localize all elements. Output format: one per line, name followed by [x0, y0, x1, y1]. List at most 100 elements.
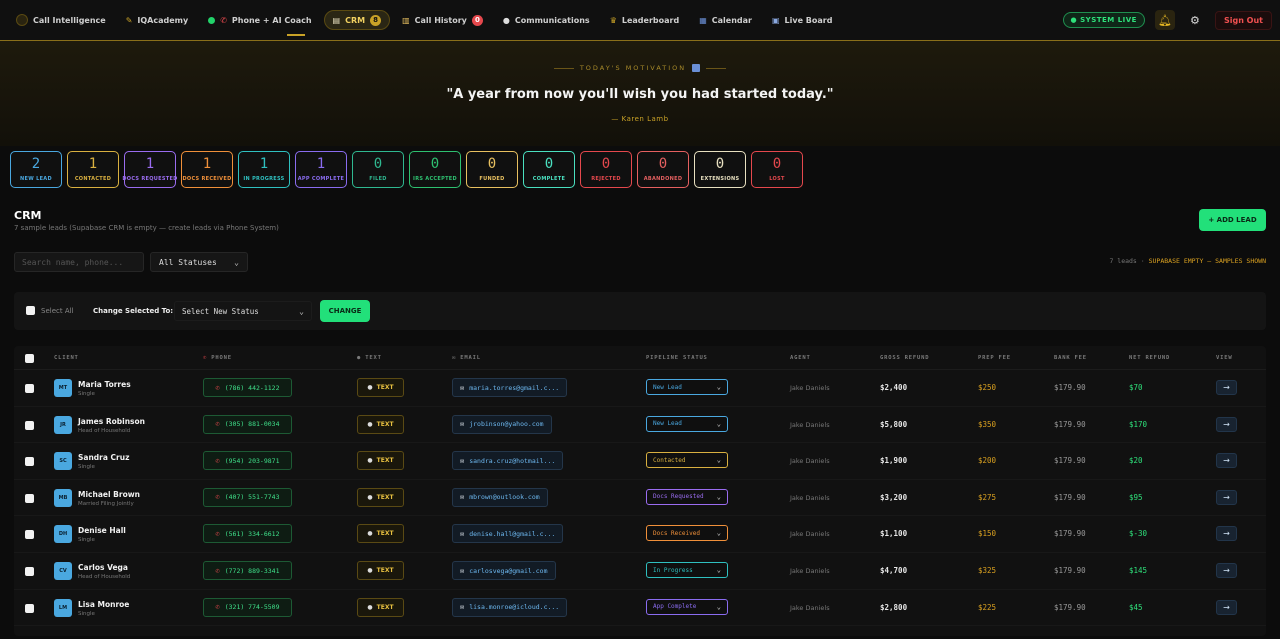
nav-brand[interactable]: Call Intelligence — [8, 10, 114, 30]
email-button[interactable]: ✉ sandra.cruz@hotmail... — [452, 451, 564, 471]
pipeline-status-select[interactable]: In Progress ⌄ — [646, 562, 728, 578]
text-label: TEXT — [376, 603, 394, 611]
email-button[interactable]: ✉ mbrown@outlook.com — [452, 487, 548, 507]
view-button[interactable]: → — [1216, 416, 1237, 432]
pipeline-status-select[interactable]: New Lead ⌄ — [646, 415, 728, 432]
row-checkbox[interactable] — [25, 530, 34, 540]
nav-item-phone[interactable]: ✆ Phone + AI Coach — [200, 10, 319, 30]
status-card[interactable]: 0 FUNDED — [466, 151, 518, 188]
text-button[interactable]: ● TEXT — [357, 487, 404, 507]
phone-icon: ✆ — [215, 420, 220, 429]
column-header-gross: GROSS REFUND — [880, 355, 930, 361]
pipeline-status-select[interactable]: Docs Received ⌄ — [646, 525, 728, 542]
email-button[interactable]: ✉ lisa.monroe@icloud.c... — [452, 597, 568, 617]
bell-icon[interactable]: 🔔︎ — [1154, 10, 1175, 30]
view-button[interactable]: → — [1216, 489, 1237, 505]
view-button[interactable]: → — [1216, 599, 1237, 615]
call-phone-button[interactable]: ✆ (321) 774-5509 — [203, 597, 292, 617]
bank-fee: $179.90 — [1054, 383, 1086, 392]
call-phone-button[interactable]: ✆ (561) 334-6612 — [203, 524, 292, 544]
client-name[interactable]: Denise Hall — [78, 526, 126, 535]
client-name[interactable]: James Robinson — [78, 417, 145, 426]
text-button[interactable]: ● TEXT — [357, 597, 404, 617]
change-selected-label: Change Selected To: — [93, 307, 174, 315]
client-name[interactable]: Carlos Vega — [78, 563, 128, 572]
status-card[interactable]: 0 COMPLETE — [523, 151, 575, 188]
nav-item-call-history[interactable]: ▥ Call History 0 — [394, 10, 491, 30]
new-status-select[interactable]: Select New Status ⌄ — [174, 301, 312, 321]
mail-icon: ✉ — [460, 493, 465, 502]
pipeline-status-select[interactable]: New Lead ⌄ — [646, 379, 728, 395]
status-card[interactable]: 0 EXTENSIONS — [694, 151, 746, 188]
text-button[interactable]: ● TEXT — [357, 414, 404, 434]
client-name[interactable]: Sandra Cruz — [78, 453, 129, 462]
pipeline-status-select[interactable]: App Complete ⌄ — [646, 598, 728, 615]
email-button[interactable]: ✉ jrobinson@yahoo.com — [452, 414, 552, 434]
status-card[interactable]: 1 CONTACTED — [67, 151, 119, 188]
status-card[interactable]: 0 FILED — [352, 151, 404, 188]
client-name[interactable]: Michael Brown — [78, 490, 140, 499]
sign-out-button[interactable]: Sign Out — [1214, 10, 1272, 30]
search-input[interactable] — [14, 252, 144, 272]
pipeline-status-select[interactable]: Docs Requested ⌄ — [646, 488, 728, 505]
row-checkbox[interactable] — [25, 567, 34, 576]
status-card-label: REJECTED — [591, 176, 621, 182]
status-card[interactable]: 2 NEW LEAD — [10, 151, 62, 188]
client-name[interactable]: Maria Torres — [78, 380, 131, 389]
avatar: JR — [54, 415, 72, 434]
call-phone-button[interactable]: ✆ (954) 203-9871 — [203, 451, 292, 471]
status-card[interactable]: 1 IN PROGRESS — [238, 151, 290, 188]
call-phone-button[interactable]: ✆ (305) 881-0034 — [203, 414, 292, 434]
filing-status: Head of Household — [78, 427, 131, 434]
select-all-checkbox[interactable] — [26, 306, 35, 315]
status-card[interactable]: 0 ABANDONED — [637, 151, 689, 188]
view-button[interactable]: → — [1216, 526, 1237, 542]
view-button[interactable]: → — [1216, 453, 1237, 469]
prep-fee: $325 — [978, 566, 997, 575]
row-checkbox[interactable] — [25, 493, 34, 503]
status-filter-select[interactable]: All Statuses ⌄ — [150, 252, 248, 272]
view-button[interactable]: → — [1216, 563, 1237, 578]
email-button[interactable]: ✉ carlosvega@gmail.com — [452, 561, 556, 580]
change-status-button[interactable]: CHANGE — [320, 300, 370, 322]
status-card[interactable]: 0 REJECTED — [580, 151, 632, 188]
status-card[interactable]: 0 LOST — [751, 151, 803, 188]
row-checkbox[interactable] — [25, 603, 34, 613]
nav-item-live-board[interactable]: ▣ Live Board — [764, 10, 841, 30]
gear-icon[interactable]: ⚙ — [1185, 10, 1205, 30]
nav-item-communications[interactable]: ● Communications — [495, 10, 598, 30]
table-row: LM Lisa Monroe Single ✆ (321) 774-5509 ● TEXT ✉… — [14, 590, 1266, 627]
status-card[interactable]: 1 APP COMPLETE — [295, 151, 347, 188]
nav-item-crm[interactable]: ▤ CRM 8 — [323, 10, 391, 30]
pipeline-status-select[interactable]: Contacted ⌄ — [646, 452, 728, 469]
call-phone-button[interactable]: ✆ (407) 551-7743 — [203, 487, 292, 507]
nav-item-leaderboard[interactable]: ♛ Leaderboard — [602, 10, 687, 30]
add-lead-button[interactable]: + ADD LEAD — [1199, 209, 1266, 231]
status-card[interactable]: 1 DOCS RECEIVED — [181, 151, 233, 188]
motivation-quote: "A year from now you'll wish you had sta… — [446, 87, 834, 102]
motivation-label: TODAY'S MOTIVATION — [579, 64, 687, 72]
text-button[interactable]: ● TEXT — [357, 378, 404, 397]
text-button[interactable]: ● TEXT — [357, 561, 404, 580]
text-button[interactable]: ● TEXT — [357, 451, 404, 471]
call-phone-button[interactable]: ✆ (786) 442-1122 — [203, 378, 292, 397]
header-checkbox[interactable] — [25, 354, 34, 363]
phone-number: (321) 774-5509 — [224, 603, 280, 612]
view-button[interactable]: → — [1216, 380, 1237, 395]
status-card[interactable]: 1 DOCS REQUESTED — [122, 151, 177, 188]
board-icon: ▣ — [771, 15, 780, 25]
nav-item-calendar[interactable]: ▦ Calendar — [691, 10, 760, 30]
nav-item-label: Leaderboard — [621, 15, 680, 25]
status-card[interactable]: 0 IRS ACCEPTED — [409, 151, 461, 188]
nav-item-iqacademy[interactable]: ✎ IQAcademy — [118, 10, 197, 30]
row-checkbox[interactable] — [25, 457, 34, 467]
call-phone-button[interactable]: ✆ (772) 889-3341 — [203, 561, 292, 580]
email-button[interactable]: ✉ denise.hall@gmail.c... — [452, 524, 564, 544]
row-checkbox[interactable] — [25, 420, 34, 430]
email-address: jrobinson@yahoo.com — [469, 420, 544, 429]
email-button[interactable]: ✉ maria.torres@gmail.c... — [452, 378, 568, 397]
row-checkbox[interactable] — [25, 384, 34, 393]
client-name[interactable]: Lisa Monroe — [78, 600, 129, 609]
text-button[interactable]: ● TEXT — [357, 524, 404, 544]
top-navigation: Call Intelligence ✎ IQAcademy ✆ Phone + … — [0, 0, 1280, 40]
